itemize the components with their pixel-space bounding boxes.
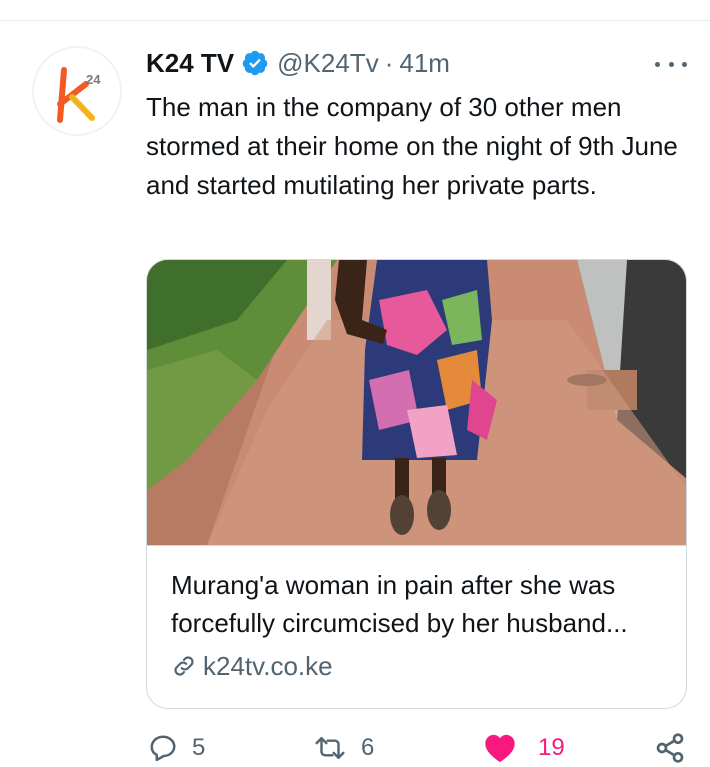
card-image xyxy=(147,260,686,545)
card-domain-text: k24tv.co.ke xyxy=(203,650,333,681)
retweet-button[interactable]: 6 xyxy=(313,728,374,767)
author-handle[interactable]: @K24Tv xyxy=(277,48,379,79)
separator-dot: · xyxy=(384,47,394,78)
heart-icon xyxy=(485,734,515,763)
link-icon xyxy=(174,656,194,676)
tweet-header: K24 TV @K24Tv · 41m xyxy=(146,45,450,81)
retweet-count: 6 xyxy=(361,734,375,761)
reply-button[interactable]: 5 xyxy=(148,728,205,767)
reply-icon xyxy=(150,735,176,762)
timestamp[interactable]: 41m xyxy=(399,48,450,79)
share-button[interactable] xyxy=(654,728,686,767)
verified-badge-icon xyxy=(242,50,268,76)
tweet-text: The man in the company of 30 other men s… xyxy=(146,92,678,200)
share-icon xyxy=(656,733,684,763)
card-domain: k24tv.co.ke xyxy=(171,648,333,684)
card-divider xyxy=(147,545,686,546)
reply-count: 5 xyxy=(192,734,206,761)
svg-text:24: 24 xyxy=(86,72,101,87)
card-title: Murang'a woman in pain after she was for… xyxy=(171,570,628,638)
like-button[interactable]: 19 xyxy=(484,728,565,767)
top-divider xyxy=(0,20,710,21)
like-count: 19 xyxy=(538,734,565,761)
avatar[interactable]: 24 xyxy=(32,46,122,136)
k24-logo-icon: 24 xyxy=(57,67,101,123)
retweet-icon xyxy=(315,737,345,759)
author-name[interactable]: K24 TV xyxy=(146,48,234,79)
action-bar: 5 6 19 xyxy=(0,728,710,767)
link-card[interactable]: Murang'a woman in pain after she was for… xyxy=(146,259,687,709)
more-options-icon[interactable] xyxy=(655,52,687,76)
